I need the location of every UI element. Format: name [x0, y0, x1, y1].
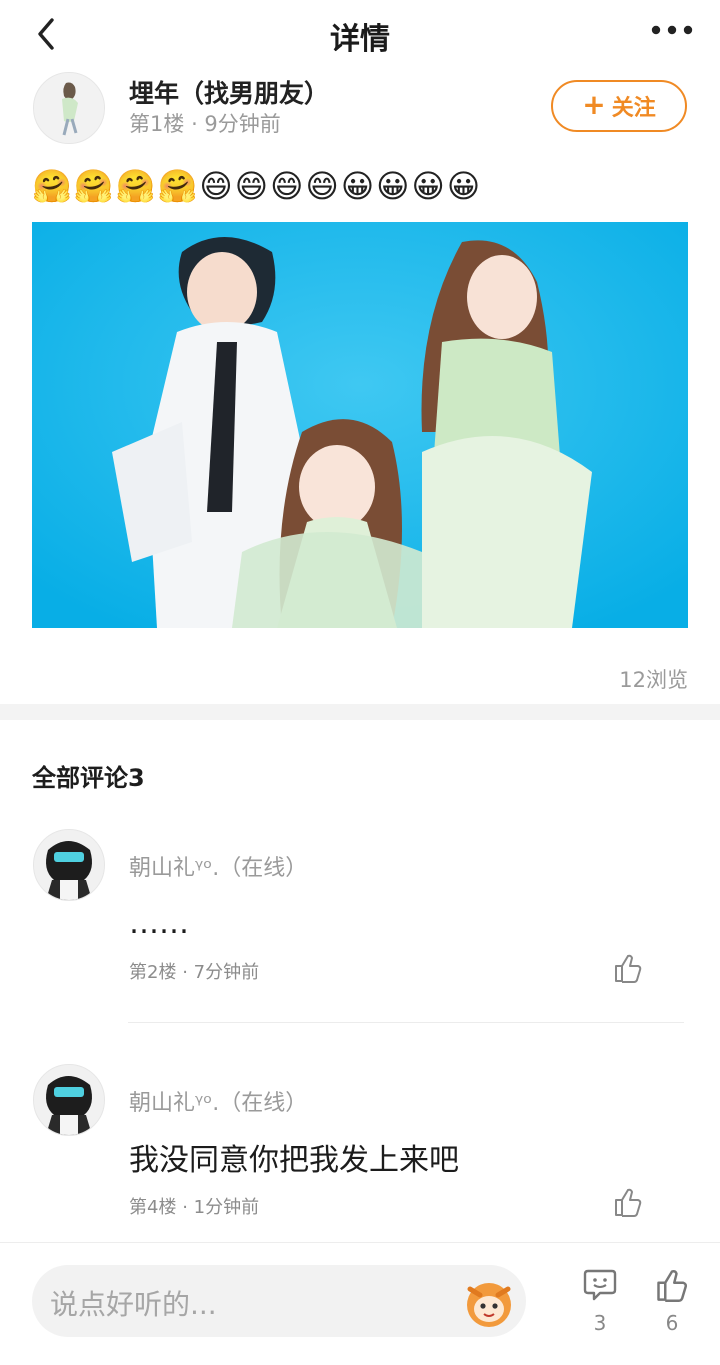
top-bar: 详情: [0, 0, 720, 72]
comment-bubble-icon: [583, 1269, 617, 1301]
meta-dot-separator: ·: [182, 962, 194, 983]
comment-input[interactable]: 说点好听的...: [32, 1265, 526, 1337]
comments-title: 全部评论3: [32, 764, 145, 792]
comment-text: 我没同意你把我发上来吧: [129, 1143, 459, 1178]
commenter-avatar-image: [34, 830, 104, 900]
plus-icon: +: [582, 88, 606, 121]
thumbs-up-icon[interactable]: [612, 952, 644, 984]
like-count: 6: [665, 1311, 679, 1335]
comment-time: 7分钟前: [193, 962, 260, 983]
follow-button[interactable]: + 关注: [551, 80, 687, 132]
thumbs-up-icon: [657, 1269, 688, 1302]
comment-meta: 第2楼 · 7分钟前: [129, 958, 259, 984]
comment-meta: 第4楼 · 1分钟前: [129, 1193, 259, 1219]
author-avatar-image: [34, 73, 104, 143]
post-floor: 第1楼: [129, 112, 185, 136]
section-separator: [0, 704, 720, 720]
commenter-avatar[interactable]: [33, 1064, 105, 1136]
like-action[interactable]: 6: [647, 1267, 697, 1335]
comment-text: ……: [129, 906, 189, 941]
comment-floor: 第2楼: [129, 962, 177, 983]
post-image-illustration: [32, 222, 688, 628]
comment-author[interactable]: 朝山礼ᵞᵒ.（在线）: [129, 850, 307, 882]
bottom-action-bar: 说点好听的... 3 6: [0, 1242, 720, 1365]
view-count: 12浏览: [619, 668, 688, 692]
meta-dot-separator: ·: [182, 1197, 194, 1218]
comment-input-placeholder: 说点好听的...: [50, 1288, 217, 1321]
commenter-avatar-image: [34, 1065, 104, 1135]
thumbs-up-icon[interactable]: [612, 1186, 644, 1218]
comment-divider: [128, 1022, 684, 1023]
more-options-icon[interactable]: [650, 22, 694, 38]
author-avatar[interactable]: [33, 72, 105, 144]
emoji-mascot-icon[interactable]: [462, 1275, 516, 1329]
comment-action[interactable]: 3: [575, 1267, 625, 1335]
page-title: 详情: [330, 22, 390, 57]
comment-count: 3: [593, 1311, 607, 1335]
meta-dot-separator: ·: [191, 112, 205, 136]
post-time: 9分钟前: [204, 112, 281, 136]
comment-floor: 第4楼: [129, 1197, 177, 1218]
post-meta: 第1楼 · 9分钟前: [129, 108, 281, 138]
commenter-avatar[interactable]: [33, 829, 105, 901]
comment-author[interactable]: 朝山礼ᵞᵒ.（在线）: [129, 1085, 307, 1117]
follow-label: 关注: [611, 96, 656, 121]
comment-time: 1分钟前: [193, 1197, 260, 1218]
author-name[interactable]: 埋年（找男朋友）: [129, 74, 329, 110]
post-image[interactable]: [32, 222, 688, 628]
post-emoji-text: 🤗🤗🤗🤗😄😄😄😄😀😀😀😀: [32, 167, 483, 205]
